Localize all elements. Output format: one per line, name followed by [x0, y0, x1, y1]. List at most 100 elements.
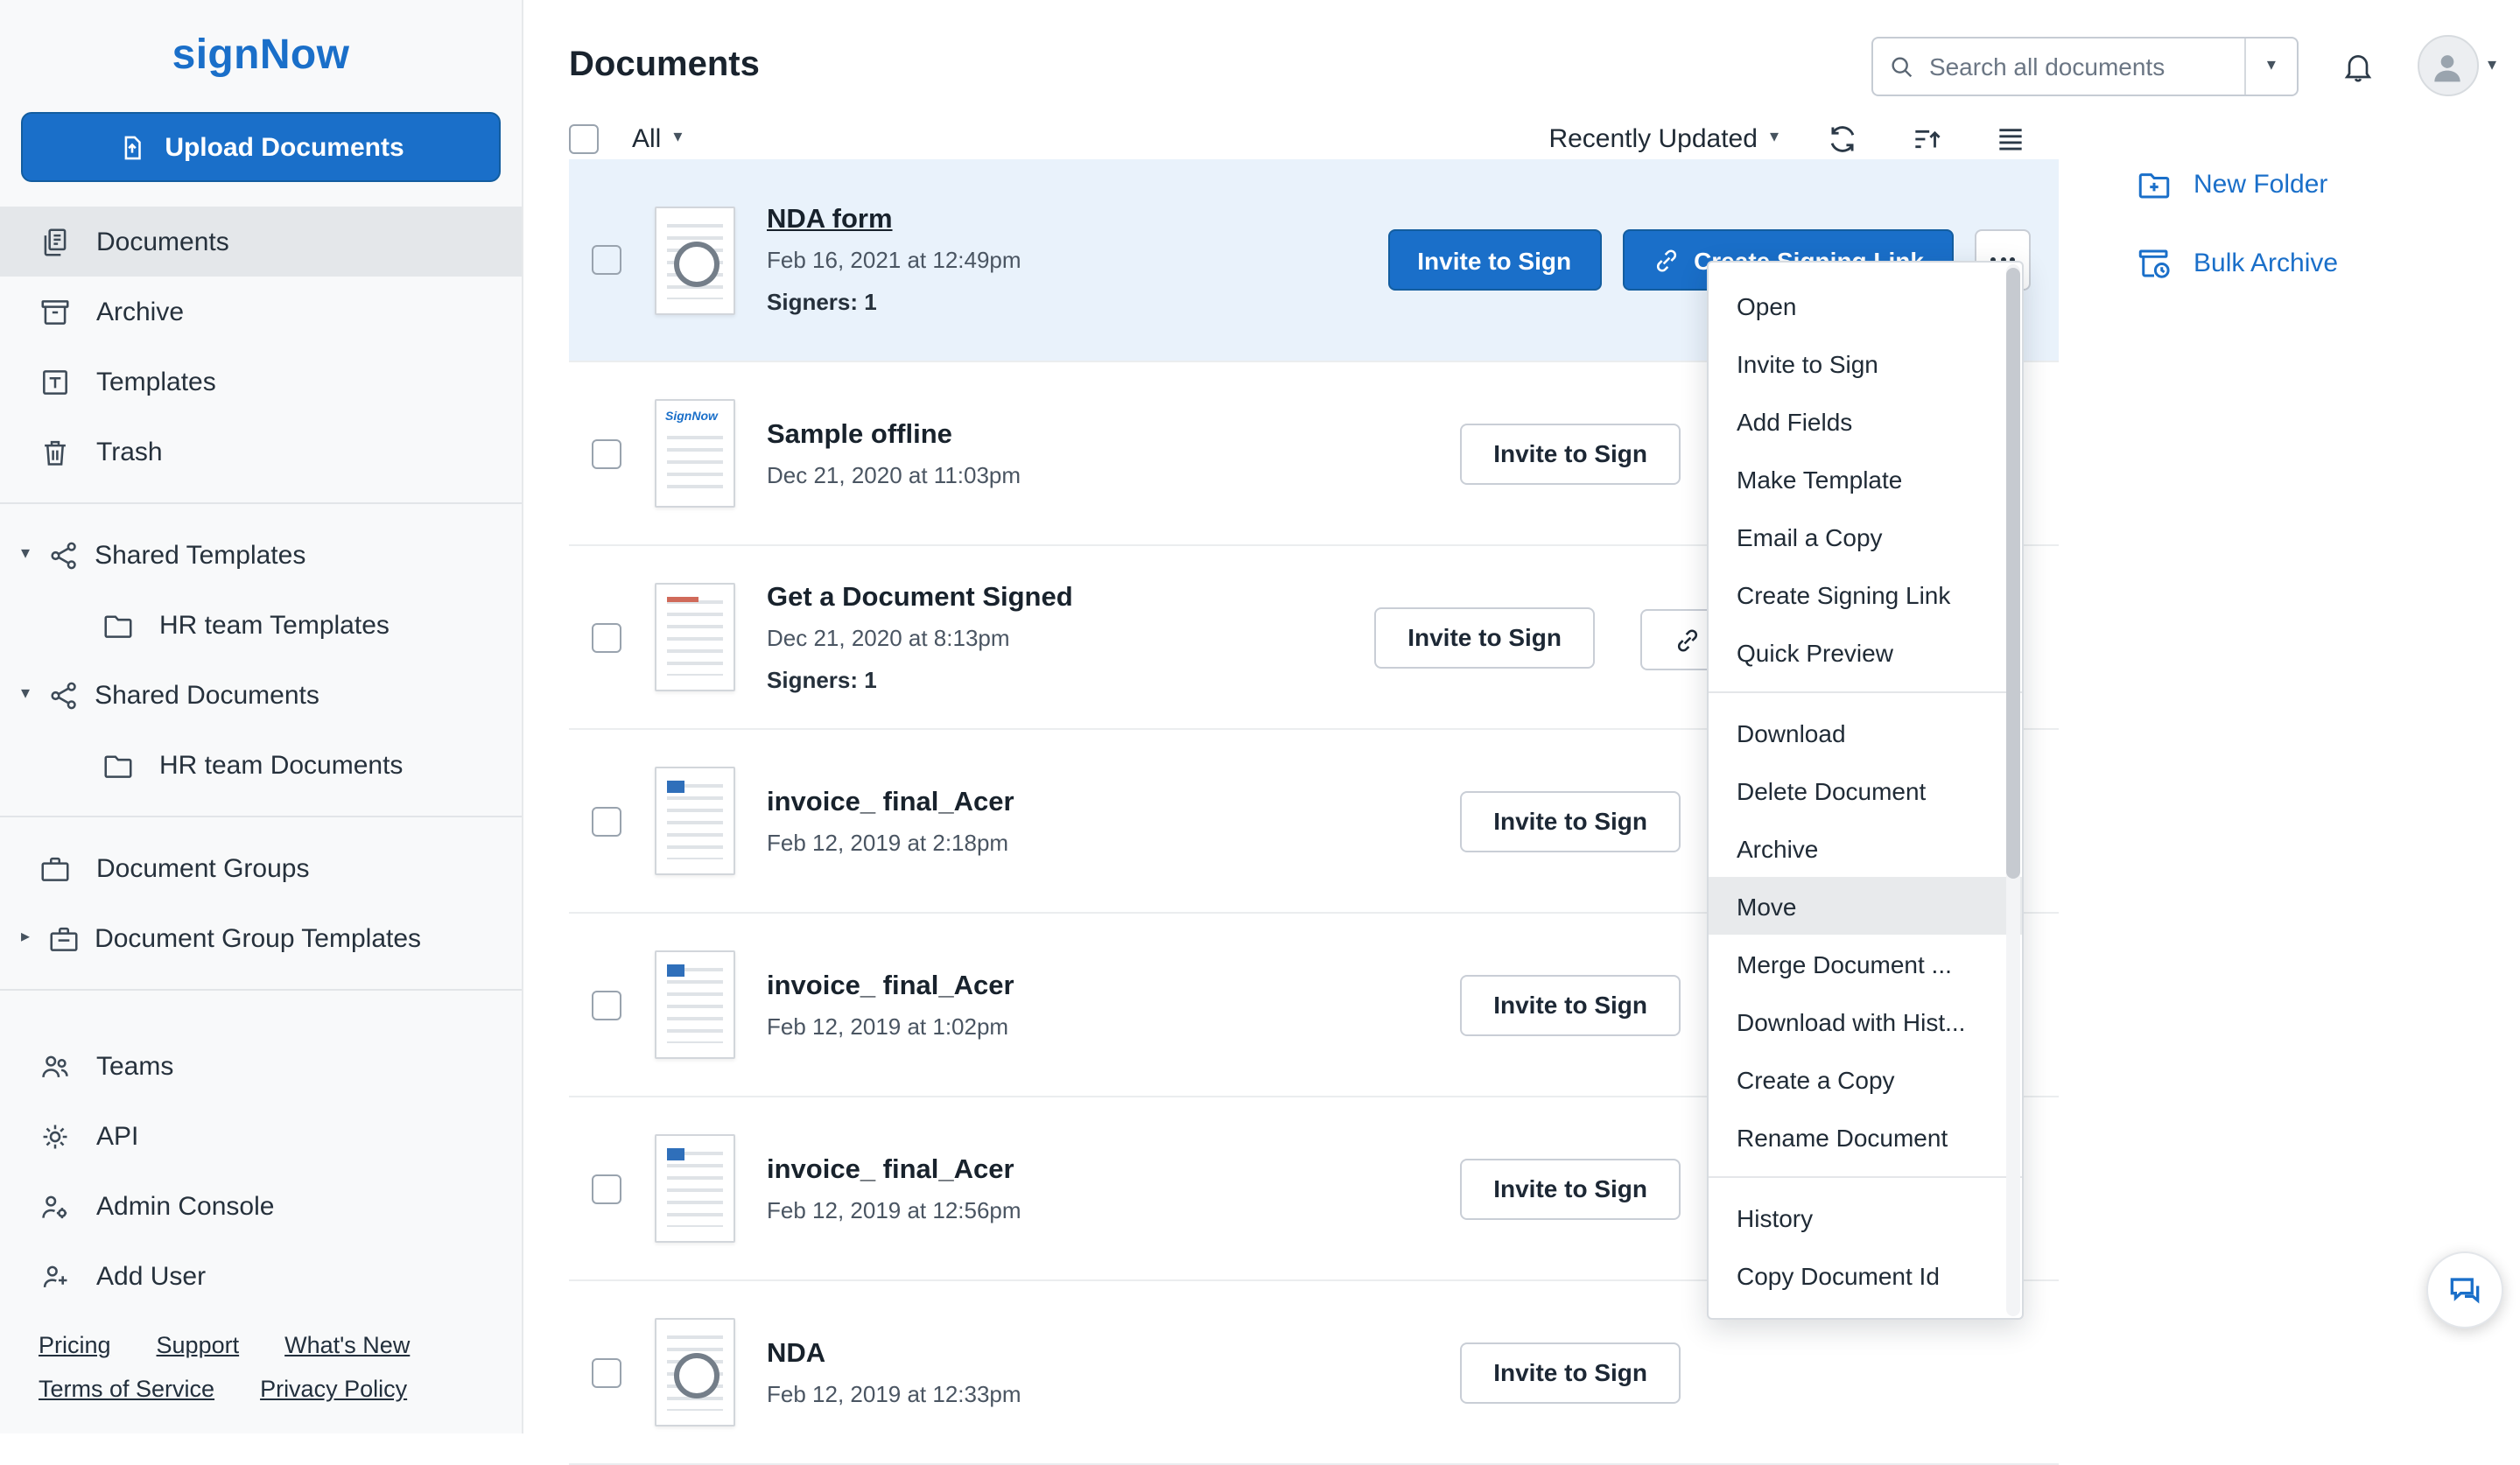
row-checkbox[interactable]	[592, 438, 621, 468]
pricing-link[interactable]: Pricing	[39, 1332, 111, 1358]
document-thumbnail[interactable]	[655, 950, 735, 1059]
whats-new-link[interactable]: What's New	[284, 1332, 410, 1358]
sidebar-item-hr-team-templates[interactable]: HR team Templates	[0, 590, 522, 660]
header-actions: ▾ ▾	[1871, 35, 2496, 96]
notifications-button[interactable]	[2334, 41, 2383, 90]
brand-logo[interactable]: signNow	[0, 32, 522, 81]
document-title[interactable]: NDA	[767, 1338, 1021, 1370]
menu-item-add-fields[interactable]: Add Fields	[1709, 392, 2022, 450]
document-thumbnail[interactable]	[655, 1318, 735, 1426]
menu-item-download[interactable]: Download	[1709, 704, 2022, 761]
sidebar-item-api[interactable]: API	[0, 1101, 522, 1171]
sidebar-item-document-group-templates[interactable]: ▸ Document Group Templates	[0, 903, 522, 973]
upload-documents-button[interactable]: Upload Documents	[21, 112, 501, 182]
document-title[interactable]: invoice_ final_Acer	[767, 787, 1014, 818]
search-input[interactable]	[1929, 52, 2244, 80]
document-title[interactable]: Get a Document Signed	[767, 582, 1073, 613]
select-all-checkbox[interactable]	[569, 123, 599, 153]
sidebar-item-add-user[interactable]: Add User	[0, 1241, 522, 1311]
support-link[interactable]: Support	[157, 1332, 240, 1358]
menu-item-archive[interactable]: Archive	[1709, 819, 2022, 877]
menu-item-download-with-history[interactable]: Download with Hist...	[1709, 992, 2022, 1050]
menu-item-email-a-copy[interactable]: Email a Copy	[1709, 508, 2022, 565]
invite-to-sign-button[interactable]: Invite to Sign	[1460, 1342, 1681, 1403]
document-title[interactable]: Sample offline	[767, 419, 1021, 451]
document-thumbnail[interactable]	[655, 767, 735, 875]
sidebar-item-admin-console[interactable]: Admin Console	[0, 1171, 522, 1241]
menu-item-merge-document[interactable]: Merge Document ...	[1709, 935, 2022, 992]
sidebar-item-archive[interactable]: Archive	[0, 277, 522, 347]
privacy-policy-link[interactable]: Privacy Policy	[260, 1376, 407, 1402]
sidebar-item-hr-team-documents[interactable]: HR team Documents	[0, 730, 522, 800]
chevron-right-icon[interactable]: ▸	[21, 929, 30, 947]
row-checkbox[interactable]	[592, 622, 621, 652]
avatar[interactable]	[2418, 35, 2479, 96]
sidebar-item-shared-documents[interactable]: ▾ Shared Documents	[0, 660, 522, 730]
new-folder-label: New Folder	[2194, 170, 2327, 200]
row-checkbox[interactable]	[592, 1174, 621, 1203]
document-info: invoice_ final_Acer Feb 12, 2019 at 2:18…	[767, 787, 1014, 855]
menu-item-create-a-copy[interactable]: Create a Copy	[1709, 1050, 2022, 1108]
menu-item-create-signing-link[interactable]: Create Signing Link	[1709, 565, 2022, 623]
sort-order-button[interactable]	[1905, 117, 1947, 159]
list-density-button[interactable]	[1989, 117, 2031, 159]
sidebar-item-teams[interactable]: Teams	[0, 1031, 522, 1101]
chevron-down-icon[interactable]: ▾	[21, 546, 30, 564]
search-box[interactable]: ▾	[1871, 36, 2299, 95]
sidebar-item-documents[interactable]: Documents	[0, 207, 522, 277]
toolbar-left: All ▾	[569, 123, 682, 153]
menu-item-delete-document[interactable]: Delete Document	[1709, 761, 2022, 819]
sidebar-item-label: Shared Documents	[95, 680, 319, 710]
invite-to-sign-button[interactable]: Invite to Sign	[1387, 229, 1601, 291]
menu-item-history[interactable]: History	[1709, 1188, 2022, 1246]
document-title[interactable]: invoice_ final_Acer	[767, 1154, 1021, 1186]
filter-all-dropdown[interactable]: All ▾	[632, 123, 682, 153]
account-menu[interactable]: ▾	[2418, 35, 2496, 96]
divider	[1709, 1176, 2022, 1178]
document-title[interactable]: NDA form	[767, 205, 1021, 236]
invite-to-sign-button[interactable]: Invite to Sign	[1460, 1158, 1681, 1219]
document-thumbnail[interactable]	[655, 206, 735, 314]
invite-to-sign-button[interactable]: Invite to Sign	[1460, 974, 1681, 1035]
document-thumbnail[interactable]	[655, 583, 735, 691]
chevron-down-icon: ▾	[2267, 57, 2276, 74]
refresh-button[interactable]	[1821, 117, 1863, 159]
sidebar-item-shared-templates[interactable]: ▾ Shared Templates	[0, 520, 522, 590]
menu-item-invite-to-sign[interactable]: Invite to Sign	[1709, 334, 2022, 392]
sidebar-item-label: HR team Templates	[159, 610, 390, 640]
invite-to-sign-button[interactable]: Invite to Sign	[1460, 790, 1681, 852]
document-signers: Signers: 1	[767, 666, 1073, 692]
sidebar-item-templates[interactable]: Templates	[0, 347, 522, 417]
sidebar-item-label: Shared Templates	[95, 540, 305, 570]
menu-item-open[interactable]: Open	[1709, 277, 2022, 334]
search-scope-dropdown[interactable]: ▾	[2244, 38, 2297, 94]
chat-support-button[interactable]	[2426, 1251, 2503, 1328]
row-checkbox[interactable]	[592, 990, 621, 1020]
share-icon	[47, 678, 81, 711]
chevron-down-icon[interactable]: ▾	[21, 686, 30, 704]
menu-item-make-template[interactable]: Make Template	[1709, 450, 2022, 508]
menu-item-move[interactable]: Move	[1709, 877, 2022, 935]
document-thumbnail[interactable]	[655, 1134, 735, 1243]
row-checkbox[interactable]	[592, 1357, 621, 1387]
invite-to-sign-button[interactable]: Invite to Sign	[1374, 606, 1595, 668]
row-checkbox[interactable]	[592, 245, 621, 275]
menu-item-rename-document[interactable]: Rename Document	[1709, 1108, 2022, 1166]
sidebar-item-document-groups[interactable]: Document Groups	[0, 833, 522, 903]
menu-item-copy-document-id[interactable]: Copy Document Id	[1709, 1246, 2022, 1304]
document-list-column: All ▾ Recently Updated ▾	[569, 117, 2059, 1433]
new-folder-button[interactable]: New Folder	[2136, 166, 2520, 203]
document-info: invoice_ final_Acer Feb 12, 2019 at 12:5…	[767, 1154, 1021, 1223]
menu-item-quick-preview[interactable]: Quick Preview	[1709, 623, 2022, 681]
menu-scrollbar[interactable]	[2006, 264, 2020, 1316]
terms-of-service-link[interactable]: Terms of Service	[39, 1376, 214, 1402]
bulk-archive-button[interactable]: Bulk Archive	[2136, 245, 2520, 282]
scrollbar-thumb[interactable]	[2006, 268, 2020, 878]
row-checkbox[interactable]	[592, 806, 621, 836]
sidebar-item-trash[interactable]: Trash	[0, 417, 522, 487]
document-title[interactable]: invoice_ final_Acer	[767, 971, 1014, 1002]
document-date: Feb 16, 2021 at 12:49pm	[767, 247, 1021, 273]
document-thumbnail[interactable]	[655, 399, 735, 508]
sort-dropdown[interactable]: Recently Updated ▾	[1548, 123, 1779, 153]
invite-to-sign-button[interactable]: Invite to Sign	[1460, 423, 1681, 484]
